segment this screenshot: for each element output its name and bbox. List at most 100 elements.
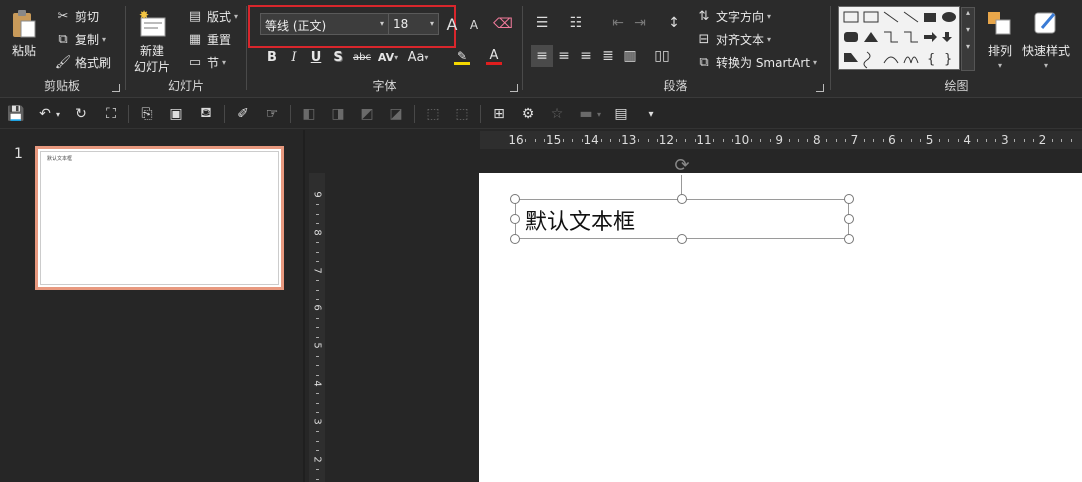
svg-text:{: { bbox=[927, 52, 935, 67]
qat-dropdown-icon[interactable]: ▾ bbox=[640, 103, 662, 125]
ruler-tick bbox=[534, 139, 536, 142]
change-case-icon: Aa bbox=[407, 49, 425, 65]
font-color-icon: A bbox=[489, 48, 499, 63]
character-spacing-button[interactable]: AV ▾ bbox=[374, 47, 402, 67]
send-backward-icon[interactable]: ◨ bbox=[327, 103, 349, 125]
ruler-tick bbox=[316, 289, 319, 291]
increase-indent-button[interactable]: ⇥ bbox=[629, 12, 651, 34]
columns-button[interactable]: ▯▯ bbox=[651, 45, 673, 67]
new-slide-button[interactable]: ✸ 新建 幻灯片 bbox=[134, 8, 170, 75]
format-painter-button[interactable]: 🖌 格式刷 bbox=[54, 53, 111, 71]
bring-forward-icon[interactable]: ◧ bbox=[298, 103, 320, 125]
columns-icon: ▯▯ bbox=[654, 48, 670, 64]
bullets-button[interactable]: ☰ bbox=[531, 12, 553, 34]
eraser-icon: ⌫ bbox=[493, 16, 513, 32]
text-shadow-button[interactable]: S bbox=[328, 47, 348, 67]
svg-text:✸: ✸ bbox=[139, 10, 149, 22]
ruler-tick bbox=[316, 393, 319, 395]
list-icon[interactable]: ▤ bbox=[610, 103, 632, 125]
align-left-button[interactable]: ≡ bbox=[531, 45, 553, 67]
ruler-label: 14 bbox=[583, 133, 599, 147]
slide-thumbnail[interactable]: 默认文本框 bbox=[35, 146, 284, 290]
cut-button[interactable]: ✂ 剪切 bbox=[54, 7, 99, 25]
align-text-label: 对齐文本 bbox=[716, 32, 765, 47]
copy-dropdown-icon[interactable]: ▾ bbox=[102, 35, 106, 44]
resize-handle-bottom[interactable] bbox=[677, 234, 687, 244]
reset-button[interactable]: ▦ 重置 bbox=[186, 30, 231, 48]
paste-button[interactable]: 粘贴 bbox=[8, 8, 40, 59]
text-direction-button[interactable]: ⇅ 文字方向 ▾ bbox=[695, 7, 771, 25]
resize-handle-bottom-left[interactable] bbox=[510, 234, 520, 244]
scroll-down-icon[interactable]: ▾ bbox=[962, 25, 974, 34]
clipboard-launcher-icon[interactable] bbox=[112, 84, 120, 92]
spacing-dropdown-icon: ▾ bbox=[394, 52, 399, 62]
select-icon[interactable]: ☞ bbox=[261, 103, 283, 125]
cut-label: 剪切 bbox=[75, 9, 100, 24]
shapes-gallery[interactable]: { } ▴ ▾ ▾ bbox=[838, 6, 975, 71]
resize-handle-top-right[interactable] bbox=[844, 194, 854, 204]
new-slide-qat-icon[interactable]: ⎘ bbox=[136, 103, 158, 125]
resize-handle-right[interactable] bbox=[844, 214, 854, 224]
pane-splitter[interactable] bbox=[303, 130, 305, 482]
font-color-button[interactable]: A bbox=[480, 47, 508, 67]
ruler-tick bbox=[316, 402, 319, 404]
underline-button[interactable]: U bbox=[306, 47, 326, 67]
rotate-handle-icon[interactable]: ⟳ bbox=[672, 155, 692, 176]
save-icon[interactable]: 💾 bbox=[5, 103, 27, 125]
grid-icon[interactable]: ⊞ bbox=[488, 103, 510, 125]
group-icon[interactable]: ⬚ bbox=[422, 103, 444, 125]
decrease-indent-button[interactable]: ⇤ bbox=[607, 12, 629, 34]
convert-smartart-button[interactable]: ⧉ 转换为 SmartArt ▾ bbox=[695, 53, 817, 71]
ruler-tick bbox=[675, 139, 677, 142]
ruler-label: 10 bbox=[733, 133, 750, 147]
shapes-gallery-scroll[interactable]: ▴ ▾ ▾ bbox=[961, 7, 975, 71]
redo-icon[interactable]: ↻ bbox=[70, 103, 92, 125]
layout-button[interactable]: ▤ 版式 ▾ bbox=[186, 7, 238, 25]
align-text-button[interactable]: ⊟ 对齐文本 ▾ bbox=[695, 30, 771, 48]
resize-handle-top[interactable] bbox=[677, 194, 687, 204]
paste-label: 粘贴 bbox=[11, 44, 36, 58]
align-right-button[interactable]: ≡ bbox=[575, 45, 597, 67]
bring-to-front-icon[interactable]: ◩ bbox=[356, 103, 378, 125]
line-spacing-button[interactable]: ↕ bbox=[663, 12, 685, 34]
ruler-label: 3 bbox=[1000, 133, 1009, 147]
resize-handle-top-left[interactable] bbox=[510, 194, 520, 204]
shrink-font-button[interactable]: A bbox=[463, 14, 485, 36]
gallery-more-icon[interactable]: ▾ bbox=[962, 42, 974, 51]
paint-bucket-icon[interactable]: ⛾ bbox=[195, 103, 217, 125]
folder-dropdown-icon[interactable]: ▾ bbox=[593, 103, 605, 125]
start-slideshow-icon[interactable]: ⛶ bbox=[100, 103, 122, 125]
center-button[interactable]: ≡ bbox=[553, 45, 575, 67]
resize-handle-left[interactable] bbox=[510, 214, 520, 224]
justify-button[interactable]: ≣ bbox=[597, 45, 619, 67]
change-case-button[interactable]: Aa ▾ bbox=[404, 47, 432, 67]
copy-button[interactable]: ⧉ 复制 ▾ bbox=[54, 30, 106, 48]
ungroup-icon[interactable]: ⬚ bbox=[451, 103, 473, 125]
highlight-color-button[interactable]: ✎ bbox=[448, 47, 476, 67]
undo-dropdown-icon[interactable]: ▾ bbox=[52, 103, 64, 125]
quick-styles-button[interactable]: 快速样式 ▾ bbox=[1022, 8, 1070, 70]
ruler-label: 5 bbox=[925, 133, 934, 147]
layout-qat-icon[interactable]: ▣ bbox=[165, 103, 187, 125]
send-to-back-icon[interactable]: ◪ bbox=[385, 103, 407, 125]
section-button[interactable]: ▭ 节 ▾ bbox=[186, 53, 226, 71]
star-icon[interactable]: ☆ bbox=[546, 103, 568, 125]
distributed-button[interactable]: ▥ bbox=[619, 45, 641, 67]
ruler-label: 4 bbox=[311, 380, 323, 387]
strikethrough-button[interactable]: abc bbox=[350, 47, 374, 67]
ruler-tick bbox=[316, 412, 319, 414]
grow-font-button[interactable]: A bbox=[441, 13, 463, 35]
text-box-content[interactable]: 默认文本框 bbox=[525, 204, 635, 236]
scroll-up-icon[interactable]: ▴ bbox=[962, 8, 974, 17]
font-launcher-icon[interactable] bbox=[510, 84, 518, 92]
paragraph-launcher-icon[interactable] bbox=[816, 84, 824, 92]
format-painter-qat-icon[interactable]: ✐ bbox=[232, 103, 254, 125]
arrange-button[interactable]: 排列 ▾ bbox=[984, 8, 1016, 70]
clear-formatting-button[interactable]: ⌫ bbox=[492, 13, 514, 35]
settings-icon[interactable]: ⚙ bbox=[517, 103, 539, 125]
ruler-label: 9 bbox=[775, 133, 784, 147]
bold-button[interactable]: B bbox=[262, 47, 282, 67]
italic-button[interactable]: I bbox=[284, 47, 304, 67]
resize-handle-bottom-right[interactable] bbox=[844, 234, 854, 244]
numbering-button[interactable]: ☷ bbox=[565, 12, 587, 34]
